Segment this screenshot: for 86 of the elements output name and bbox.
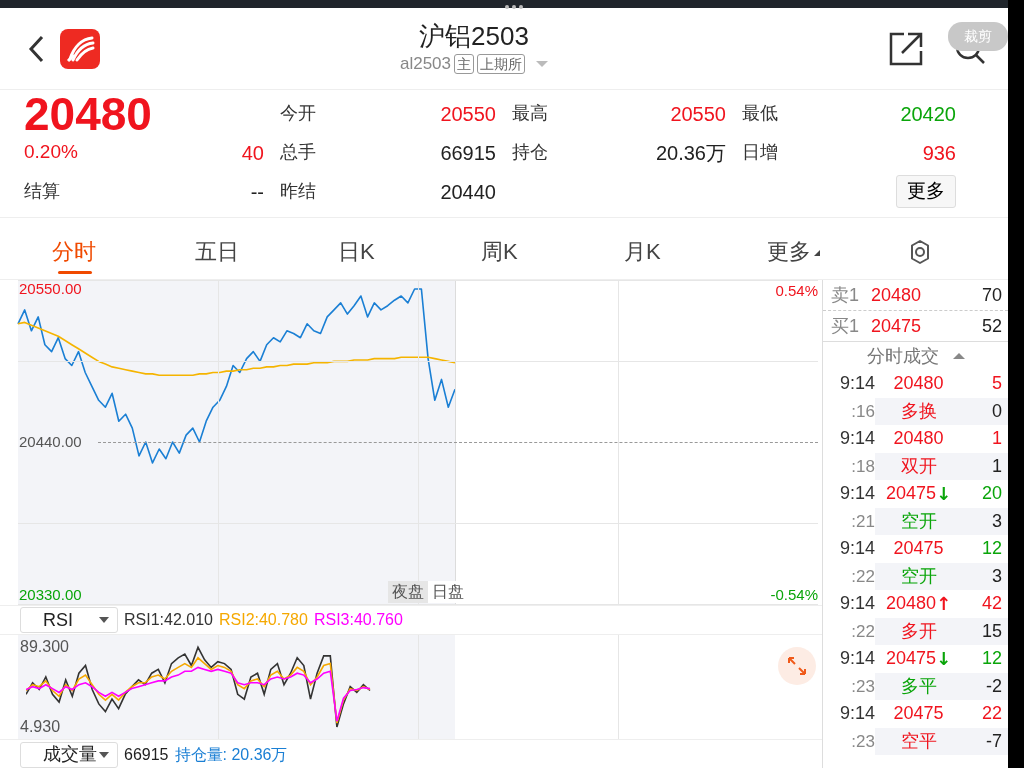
stat-value: 20550	[669, 101, 726, 127]
order-label: 卖1	[831, 283, 859, 307]
stat-value: 20.36万	[654, 140, 726, 166]
stat-label: 持仓	[511, 141, 549, 164]
trend-arrow: ↓	[936, 647, 952, 672]
trade-price: 20475	[885, 482, 936, 506]
order-volume: 70	[981, 283, 1002, 307]
trade-volume: 12	[980, 537, 1002, 561]
trades-title: 分时成交	[866, 344, 939, 368]
trade-seconds: :22	[850, 620, 875, 643]
stat-value: 20440	[439, 179, 496, 205]
trade-price: 20480	[893, 372, 944, 396]
stat-value: 66915	[439, 140, 496, 166]
stat-value: 20550	[439, 101, 496, 127]
stat-label: 最高	[511, 102, 549, 125]
trade-seconds: :23	[850, 675, 875, 698]
exchange-tag: 主	[454, 53, 475, 74]
volume-value: 66915	[124, 744, 169, 765]
trade-type: 多平	[899, 674, 938, 698]
trade-price: 20480	[885, 592, 936, 616]
order-volume: 52	[981, 314, 1002, 338]
trade-time: 9:14	[838, 647, 875, 671]
open-interest: 持仓量: 20.36万	[174, 744, 288, 765]
axis-label: 89.300	[20, 639, 69, 655]
trend-arrow: ↑	[936, 592, 952, 617]
percent-label: 0.54%	[775, 283, 818, 299]
trade-time: 9:14	[838, 592, 875, 616]
trade-type: 多换	[899, 399, 938, 423]
oi-change: 0	[991, 399, 1003, 423]
trade-volume: 22	[980, 702, 1002, 726]
oi-change: -2	[985, 674, 1003, 698]
trade-type: 多开	[899, 619, 938, 643]
stat-value: 20420	[899, 101, 956, 127]
exchange-tag: 上期所	[477, 53, 526, 74]
axis-label: 20440.00	[19, 434, 82, 450]
indicator-reading: RSI2:40.780	[218, 610, 308, 630]
oi-change: 3	[991, 509, 1003, 533]
stat-value: 936	[921, 140, 956, 166]
trade-type: 空平	[899, 729, 938, 753]
oi-change: 3	[991, 564, 1003, 588]
trade-type: 空开	[899, 564, 938, 588]
axis-label: 20330.00	[19, 587, 82, 603]
settle-value: --	[249, 179, 264, 205]
trade-volume: 20	[980, 482, 1002, 506]
percent-label: -0.54%	[770, 587, 818, 603]
last-price: 20480	[24, 90, 153, 137]
order-label: 买1	[831, 314, 859, 338]
stat-label: 最低	[741, 102, 779, 125]
trend-arrow: ↓	[936, 482, 952, 507]
trade-seconds: :21	[850, 510, 875, 533]
oi-change: 1	[991, 454, 1003, 478]
trade-type: 空开	[899, 509, 938, 533]
trade-seconds: :16	[850, 400, 875, 423]
trade-seconds: :18	[850, 455, 875, 478]
trade-time: 9:14	[838, 482, 875, 506]
oi-change: 15	[980, 619, 1003, 643]
oi-change: -7	[985, 729, 1003, 753]
order-price: 20475	[871, 314, 923, 338]
trade-price: 20475	[893, 702, 944, 726]
stat-label: 日增	[741, 141, 779, 164]
indicator-reading: RSI1:42.010	[124, 610, 213, 630]
change-percent: 0.20%	[24, 140, 79, 165]
stat-label: 今开	[279, 102, 317, 125]
instrument-code: al2503	[399, 52, 452, 75]
trade-volume: 1	[991, 427, 1002, 451]
change-value: 40	[240, 140, 264, 166]
stat-label: 总手	[279, 141, 317, 164]
trade-time: 9:14	[838, 702, 875, 726]
trade-volume: 12	[980, 647, 1002, 671]
axis-label: 4.930	[20, 719, 61, 735]
indicator-reading: RSI3:40.760	[313, 610, 403, 630]
trade-price: 20475	[893, 537, 944, 561]
settle-label: 结算	[24, 180, 61, 203]
trade-type: 双开	[899, 454, 938, 478]
trade-price: 20480	[893, 427, 944, 451]
trade-volume: 5	[991, 372, 1002, 396]
trade-seconds: :22	[850, 565, 875, 588]
trade-price: 20475	[885, 647, 936, 671]
trade-time: 9:14	[838, 537, 875, 561]
trade-seconds: :23	[850, 730, 875, 753]
trade-volume: 42	[980, 592, 1002, 616]
trade-time: 9:14	[838, 427, 875, 451]
stat-label: 昨结	[279, 180, 317, 203]
instrument-title: 沪铝2503	[419, 20, 529, 51]
order-price: 20480	[871, 283, 923, 307]
trade-time: 9:14	[838, 372, 875, 396]
